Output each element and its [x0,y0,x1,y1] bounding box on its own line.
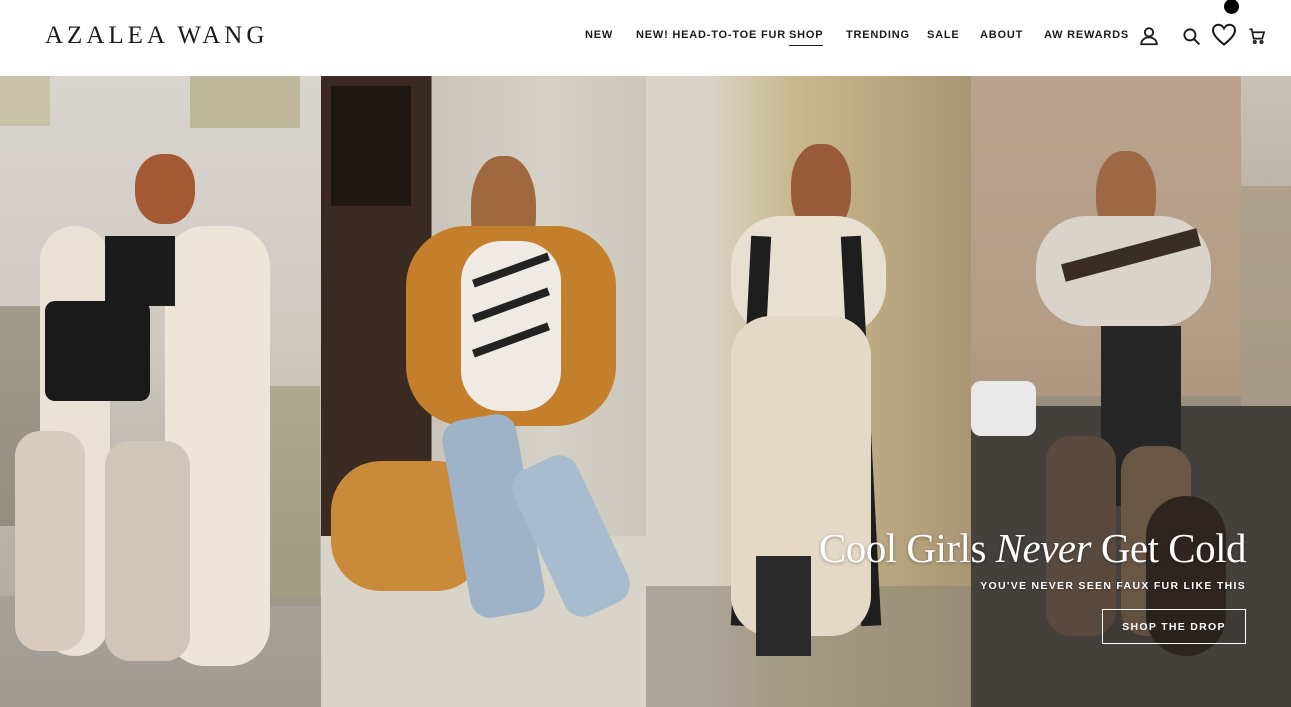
headline-italic: Never [995,525,1092,571]
cart-icon[interactable] [1248,27,1266,45]
shop-the-drop-button[interactable]: SHOP THE DROP [1102,609,1246,644]
hero-text-block: Cool Girls Never Get Cold YOU'VE NEVER S… [818,524,1247,592]
hero-photo-2 [321,76,646,707]
account-icon[interactable] [1138,25,1160,47]
search-icon[interactable] [1182,27,1201,46]
hero-subheadline: YOU'VE NEVER SEEN FAUX FUR LIKE THIS [980,580,1246,592]
site-header: AZALEA WANG NEW NEW! HEAD-TO-TOE FUR SHO… [0,0,1291,76]
nav-item-trending[interactable]: TRENDING [846,29,910,41]
hero-photo-1 [0,76,321,707]
headline-part-2: Get Cold [1091,525,1247,571]
hero-banner[interactable]: Cool Girls Never Get Cold YOU'VE NEVER S… [0,76,1291,707]
headline-part-1: Cool Girls [818,525,996,571]
nav-item-sale[interactable]: SALE [927,29,960,41]
nav-item-shop[interactable]: SHOP [789,29,824,46]
hero-headline: Cool Girls Never Get Cold [818,524,1247,572]
hero-photo-3 [646,76,971,707]
wishlist-badge-dot [1224,0,1239,14]
brand-logo[interactable]: AZALEA WANG [45,22,268,50]
nav-item-head-to-toe-fur[interactable]: NEW! HEAD-TO-TOE FUR [636,29,786,41]
heart-icon[interactable] [1211,23,1237,47]
nav-item-about[interactable]: ABOUT [980,29,1023,41]
nav-item-new[interactable]: NEW [585,29,613,41]
nav-item-aw-rewards[interactable]: AW REWARDS [1044,29,1129,41]
